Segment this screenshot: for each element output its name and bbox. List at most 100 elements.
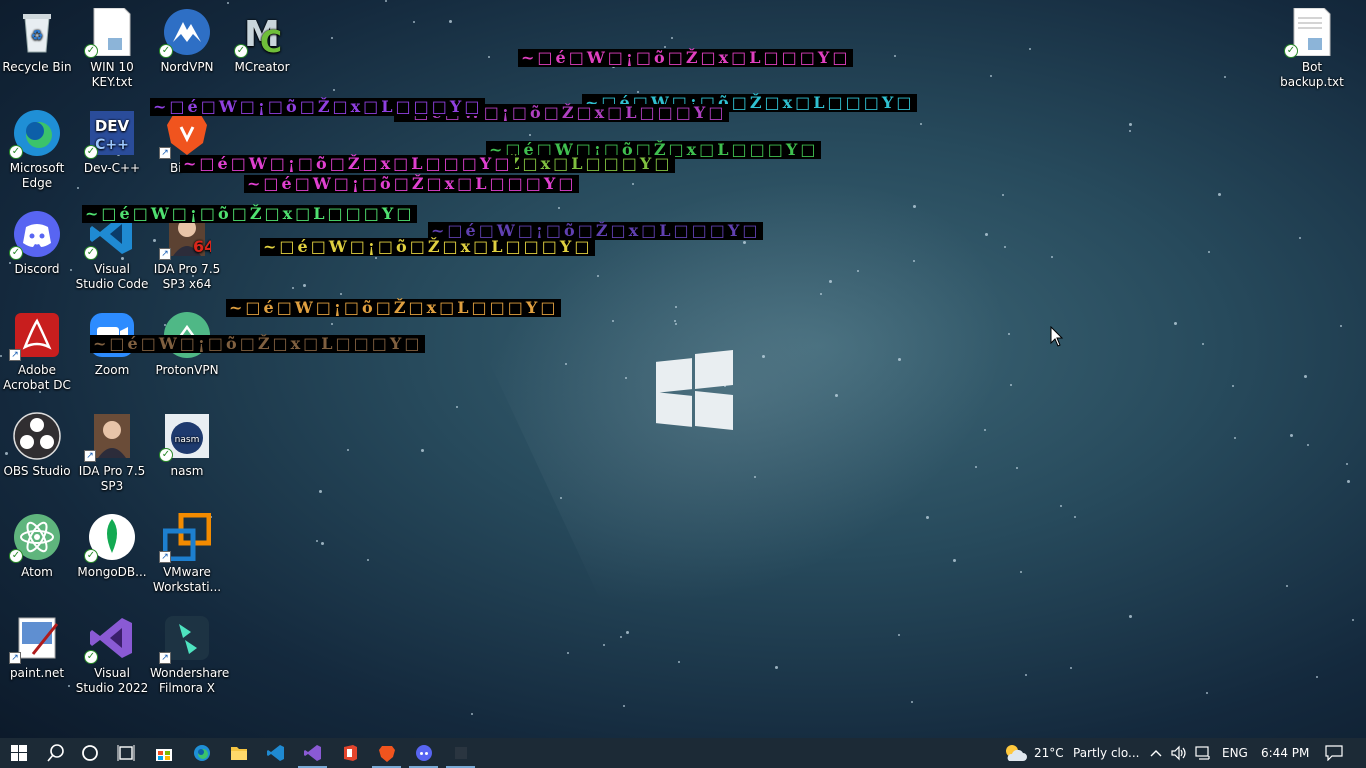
brave-app[interactable] <box>368 738 405 768</box>
desktop-icon-label: Bot backup.txt <box>1280 60 1344 89</box>
star <box>449 20 452 23</box>
star <box>1347 480 1350 483</box>
desktop-icon-visual-studio[interactable]: ✓ Visual Studio 2022 <box>75 614 149 696</box>
glitch-text-overlay: ~□é□W□¡□õ□Ž□x□L□□□Y□ <box>226 299 562 317</box>
desktop-icon-mongodb[interactable]: ✓ MongoDB... <box>75 513 149 580</box>
desktop-icon-label: WIN 10 KEY.txt <box>90 60 134 89</box>
star <box>975 466 977 468</box>
star <box>1129 123 1132 126</box>
desktop-icon-paintnet[interactable]: ↗ paint.net <box>0 614 74 681</box>
start-button[interactable] <box>0 738 37 768</box>
star <box>835 394 838 397</box>
desktop-icon-nasm[interactable]: nasm ✓ nasm <box>150 412 224 479</box>
visual-studio-app[interactable] <box>294 738 331 768</box>
star <box>920 123 922 125</box>
star <box>319 490 322 493</box>
desktop-icon-obs[interactable]: OBS Studio <box>0 412 74 479</box>
star <box>331 323 333 325</box>
desktop-icon-label: Wondershare Filmora X <box>150 666 230 695</box>
star <box>612 320 614 322</box>
star <box>775 666 778 669</box>
desktop-icon-atom[interactable]: ✓ Atom <box>0 513 74 580</box>
search-button[interactable] <box>37 738 74 768</box>
store-app[interactable] <box>145 738 182 768</box>
glitch-text-overlay: ~□é□W□¡□õ□Ž□x□L□□□Y□ <box>518 49 854 67</box>
desktop-icon-vmware[interactable]: ↗ VMware Workstati... <box>150 512 224 595</box>
star <box>620 636 622 638</box>
input-language[interactable]: ENG <box>1222 738 1248 768</box>
star <box>743 241 746 244</box>
edge-app[interactable] <box>183 738 220 768</box>
desktop-icon-filmora[interactable]: ↗ Wondershare Filmora X <box>150 614 230 696</box>
star <box>675 306 677 308</box>
desktop-icon-recycle-bin[interactable]: ♻ Recycle Bin <box>0 8 74 75</box>
show-hidden-icons-button[interactable] <box>1148 738 1164 768</box>
desktop-icon-ida-pro[interactable]: ↗ IDA Pro 7.5 SP3 <box>75 412 149 494</box>
sync-check-icon: ✓ <box>9 246 23 260</box>
svg-text:nasm: nasm <box>175 435 200 445</box>
glitch-text-overlay: ~□é□W□¡□õ□Ž□x□L□□□Y□ <box>82 205 418 223</box>
sync-check-icon: ✓ <box>84 650 98 664</box>
star <box>1002 194 1004 196</box>
cortana-icon <box>81 745 98 761</box>
glitch-text-overlay: ~□é□W□¡□õ□Ž□x□L□□□Y□ <box>244 175 580 193</box>
star <box>1299 237 1301 239</box>
desktop-icon-bot-backup[interactable]: ✓ Bot backup.txt <box>1275 7 1349 90</box>
desktop-icon-label: Discord <box>14 262 60 276</box>
blank-app[interactable] <box>442 738 479 768</box>
star <box>829 280 832 283</box>
star <box>820 293 822 295</box>
cortana-button[interactable] <box>71 738 108 768</box>
star <box>1029 48 1031 50</box>
star <box>367 559 369 561</box>
desktop-icon-label: Visual Studio 2022 <box>75 666 149 695</box>
weather-desc[interactable]: Partly clo... <box>1073 738 1139 768</box>
star <box>1232 385 1234 387</box>
star <box>857 270 859 272</box>
desktop-icon-edge[interactable]: ✓ Microsoft Edge <box>0 109 74 191</box>
desktop-icon-acrobat[interactable]: ↗ Adobe Acrobat DC <box>0 311 74 393</box>
desktop-icon-mcreator[interactable]: MC ✓ MCreator <box>225 8 299 75</box>
volume-button[interactable] <box>1170 738 1188 768</box>
office-app[interactable] <box>331 738 368 768</box>
vscode-app[interactable] <box>257 738 294 768</box>
taskbar: 21°C Partly clo... ENG 6:44 PM <box>0 738 1366 768</box>
star <box>1074 516 1076 518</box>
desktop-icon-win10-key[interactable]: ✓ WIN 10 KEY.txt <box>75 7 149 90</box>
star <box>333 89 335 91</box>
desktop-icon-discord[interactable]: ✓ Discord <box>0 210 74 277</box>
edge-icon <box>193 745 210 761</box>
star <box>340 293 342 295</box>
star <box>953 559 956 562</box>
desktop-icon-label: Dev-C++ <box>83 161 141 175</box>
brave-icon: ↗ <box>159 109 211 159</box>
volume-icon <box>1171 745 1186 761</box>
desktop-icon-label: OBS Studio <box>3 464 71 478</box>
star <box>421 449 424 452</box>
desktop-icon-nordvpn[interactable]: ✓ NordVPN <box>150 8 224 75</box>
star <box>1020 571 1022 573</box>
app-icon <box>454 747 467 759</box>
task-view-button[interactable] <box>107 738 144 768</box>
network-button[interactable] <box>1194 738 1214 768</box>
star <box>456 406 458 408</box>
discord-icon <box>415 745 432 761</box>
glitch-text-overlay: ~□é□W□¡□õ□Ž□x□L□□□Y□ <box>150 98 486 116</box>
desktop-icon-devcpp[interactable]: DEV C++ ✓ Dev-C++ <box>75 109 149 176</box>
vscode-icon <box>266 745 284 761</box>
mcreator-icon: MC ✓ <box>234 8 286 60</box>
action-center-button[interactable] <box>1322 738 1346 768</box>
weather-widget-icon-wrap[interactable] <box>1000 738 1030 768</box>
star <box>913 260 915 262</box>
weather-temp[interactable]: 21°C <box>1034 738 1064 768</box>
star <box>488 56 490 58</box>
shortcut-arrow-icon: ↗ <box>159 147 171 159</box>
explorer-app[interactable] <box>220 738 257 768</box>
nasm-icon: nasm ✓ <box>159 412 211 462</box>
star <box>1051 256 1053 258</box>
discord-app[interactable] <box>405 738 442 768</box>
star <box>1010 384 1012 386</box>
clock[interactable]: 6:44 PM <box>1261 738 1309 768</box>
desktop-icon-label: nasm <box>170 464 204 478</box>
star <box>77 187 79 189</box>
